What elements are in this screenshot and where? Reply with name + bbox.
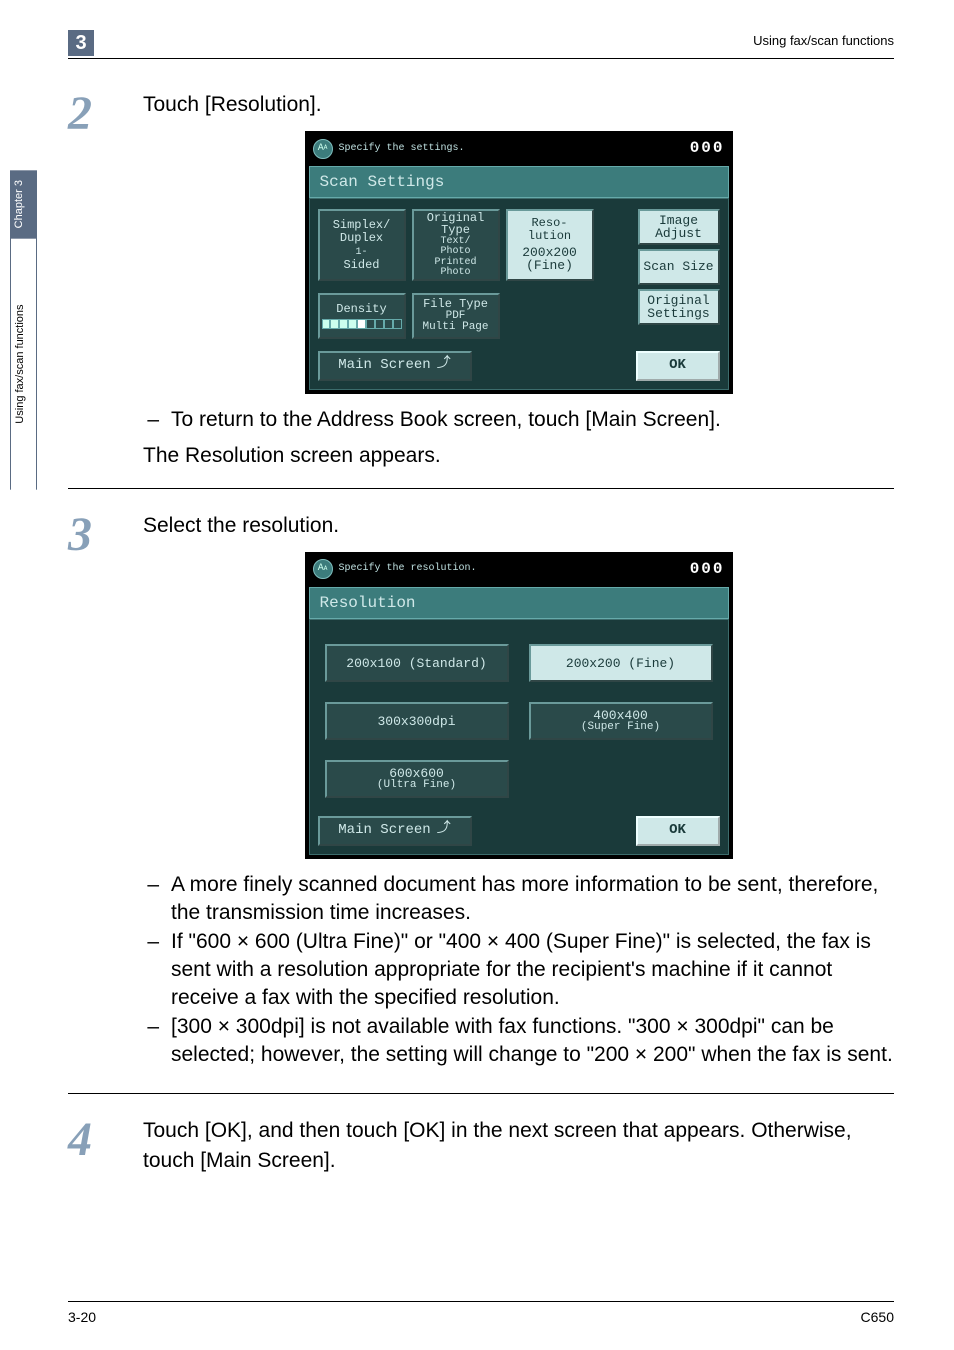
t: Simplex/ (333, 219, 391, 232)
t: 200x100 (Standard) (346, 657, 486, 670)
header-rule (68, 58, 894, 59)
t: 200x200 (522, 246, 577, 260)
original-settings-tab[interactable]: Original Settings (638, 289, 720, 325)
return-icon: ⤴ (437, 820, 451, 840)
t: Density (336, 303, 386, 316)
original-type-button[interactable]: Original Type Text/ Photo Printed Photo (412, 209, 500, 281)
screen-title-band: Scan Settings (309, 166, 729, 198)
main-screen-button[interactable]: Main Screen ⤴ (318, 816, 472, 846)
step-3-note-2: If "600 × 600 (Ultra Fine)" or "400 × 40… (171, 928, 894, 1013)
t: Main Screen (338, 356, 430, 376)
step-number-4: 4 (68, 1116, 118, 1175)
t: lution (528, 230, 571, 243)
t: Photo (440, 268, 470, 279)
file-type-button[interactable]: File Type PDF Multi Page (412, 293, 500, 339)
separator-1 (68, 488, 894, 489)
device-screen-scan-settings: AA Specify the settings. 000 Scan Settin… (305, 131, 733, 394)
t: Scan Size (643, 260, 713, 274)
status-icon: AA (313, 559, 333, 579)
t: Image Adjust (642, 214, 716, 241)
res-200x100-button[interactable]: 200x100 (Standard) (325, 644, 509, 682)
ok-button[interactable]: OK (636, 351, 720, 381)
t: Sided (343, 259, 379, 272)
counter: 000 (690, 558, 725, 580)
step-3-note-3: [300 × 300dpi] is not available with fax… (171, 1013, 894, 1070)
step-number-2: 2 (68, 90, 118, 470)
status-icon: AA (313, 139, 333, 159)
step-4-text: Touch [OK], and then touch [OK] in the n… (143, 1116, 894, 1175)
ok-button[interactable]: OK (636, 816, 720, 846)
t: Type (441, 224, 470, 237)
counter: 000 (690, 137, 725, 159)
step-2-title: Touch [Resolution]. (143, 90, 894, 119)
t: Main Screen (338, 821, 430, 841)
side-tab-chapter: Chapter 3 (10, 170, 37, 238)
side-tab-title: Using fax/scan functions (10, 238, 37, 490)
res-600x600-button[interactable]: 600x600 (Ultra Fine) (325, 760, 509, 798)
chapter-mark: 3 (68, 30, 94, 56)
step-3-title: Select the resolution. (143, 511, 894, 540)
t: 300x300dpi (377, 715, 455, 728)
device-screen-resolution: AA Specify the resolution. 000 Resolutio… (305, 552, 733, 859)
t: Duplex (340, 232, 383, 245)
step-number-3: 3 (68, 511, 118, 1076)
page-number: 3-20 (68, 1309, 96, 1325)
screen-title-band: Resolution (309, 587, 729, 619)
main-screen-button[interactable]: Main Screen ⤴ (318, 351, 472, 381)
t: Original Settings (642, 294, 716, 321)
density-button[interactable]: Density (318, 293, 406, 339)
model-number: C650 (861, 1309, 894, 1325)
res-400x400-button[interactable]: 400x400 (Super Fine) (529, 702, 713, 740)
side-tab: Chapter 3 Using fax/scan functions (10, 170, 37, 490)
res-200x200-button[interactable]: 200x200 (Fine) (529, 644, 713, 682)
density-indicator (322, 319, 402, 329)
scan-size-tab[interactable]: Scan Size (638, 249, 720, 285)
simplex-duplex-button[interactable]: Simplex/ Duplex 1- Sided (318, 209, 406, 281)
step-2-note-2: The Resolution screen appears. (143, 441, 894, 470)
t: (Ultra Fine) (377, 780, 456, 791)
t: (Fine) (526, 259, 573, 273)
resolution-button[interactable]: Reso- lution 200x200 (Fine) (506, 209, 594, 281)
footer-rule (68, 1301, 894, 1302)
t: 200x200 (Fine) (566, 657, 675, 670)
t: Multi Page (422, 322, 488, 334)
image-adjust-tab[interactable]: Image Adjust (638, 209, 720, 245)
step-2-note-1: To return to the Address Book screen, to… (171, 406, 721, 434)
header-title: Using fax/scan functions (753, 33, 894, 48)
step-3-note-1: A more finely scanned document has more … (171, 871, 894, 928)
separator-2 (68, 1093, 894, 1094)
topbar-message: Specify the resolution. (339, 562, 684, 576)
return-icon: ⤴ (437, 355, 451, 375)
t: (Super Fine) (581, 722, 660, 733)
res-300x300-button[interactable]: 300x300dpi (325, 702, 509, 740)
topbar-message: Specify the settings. (339, 142, 684, 156)
